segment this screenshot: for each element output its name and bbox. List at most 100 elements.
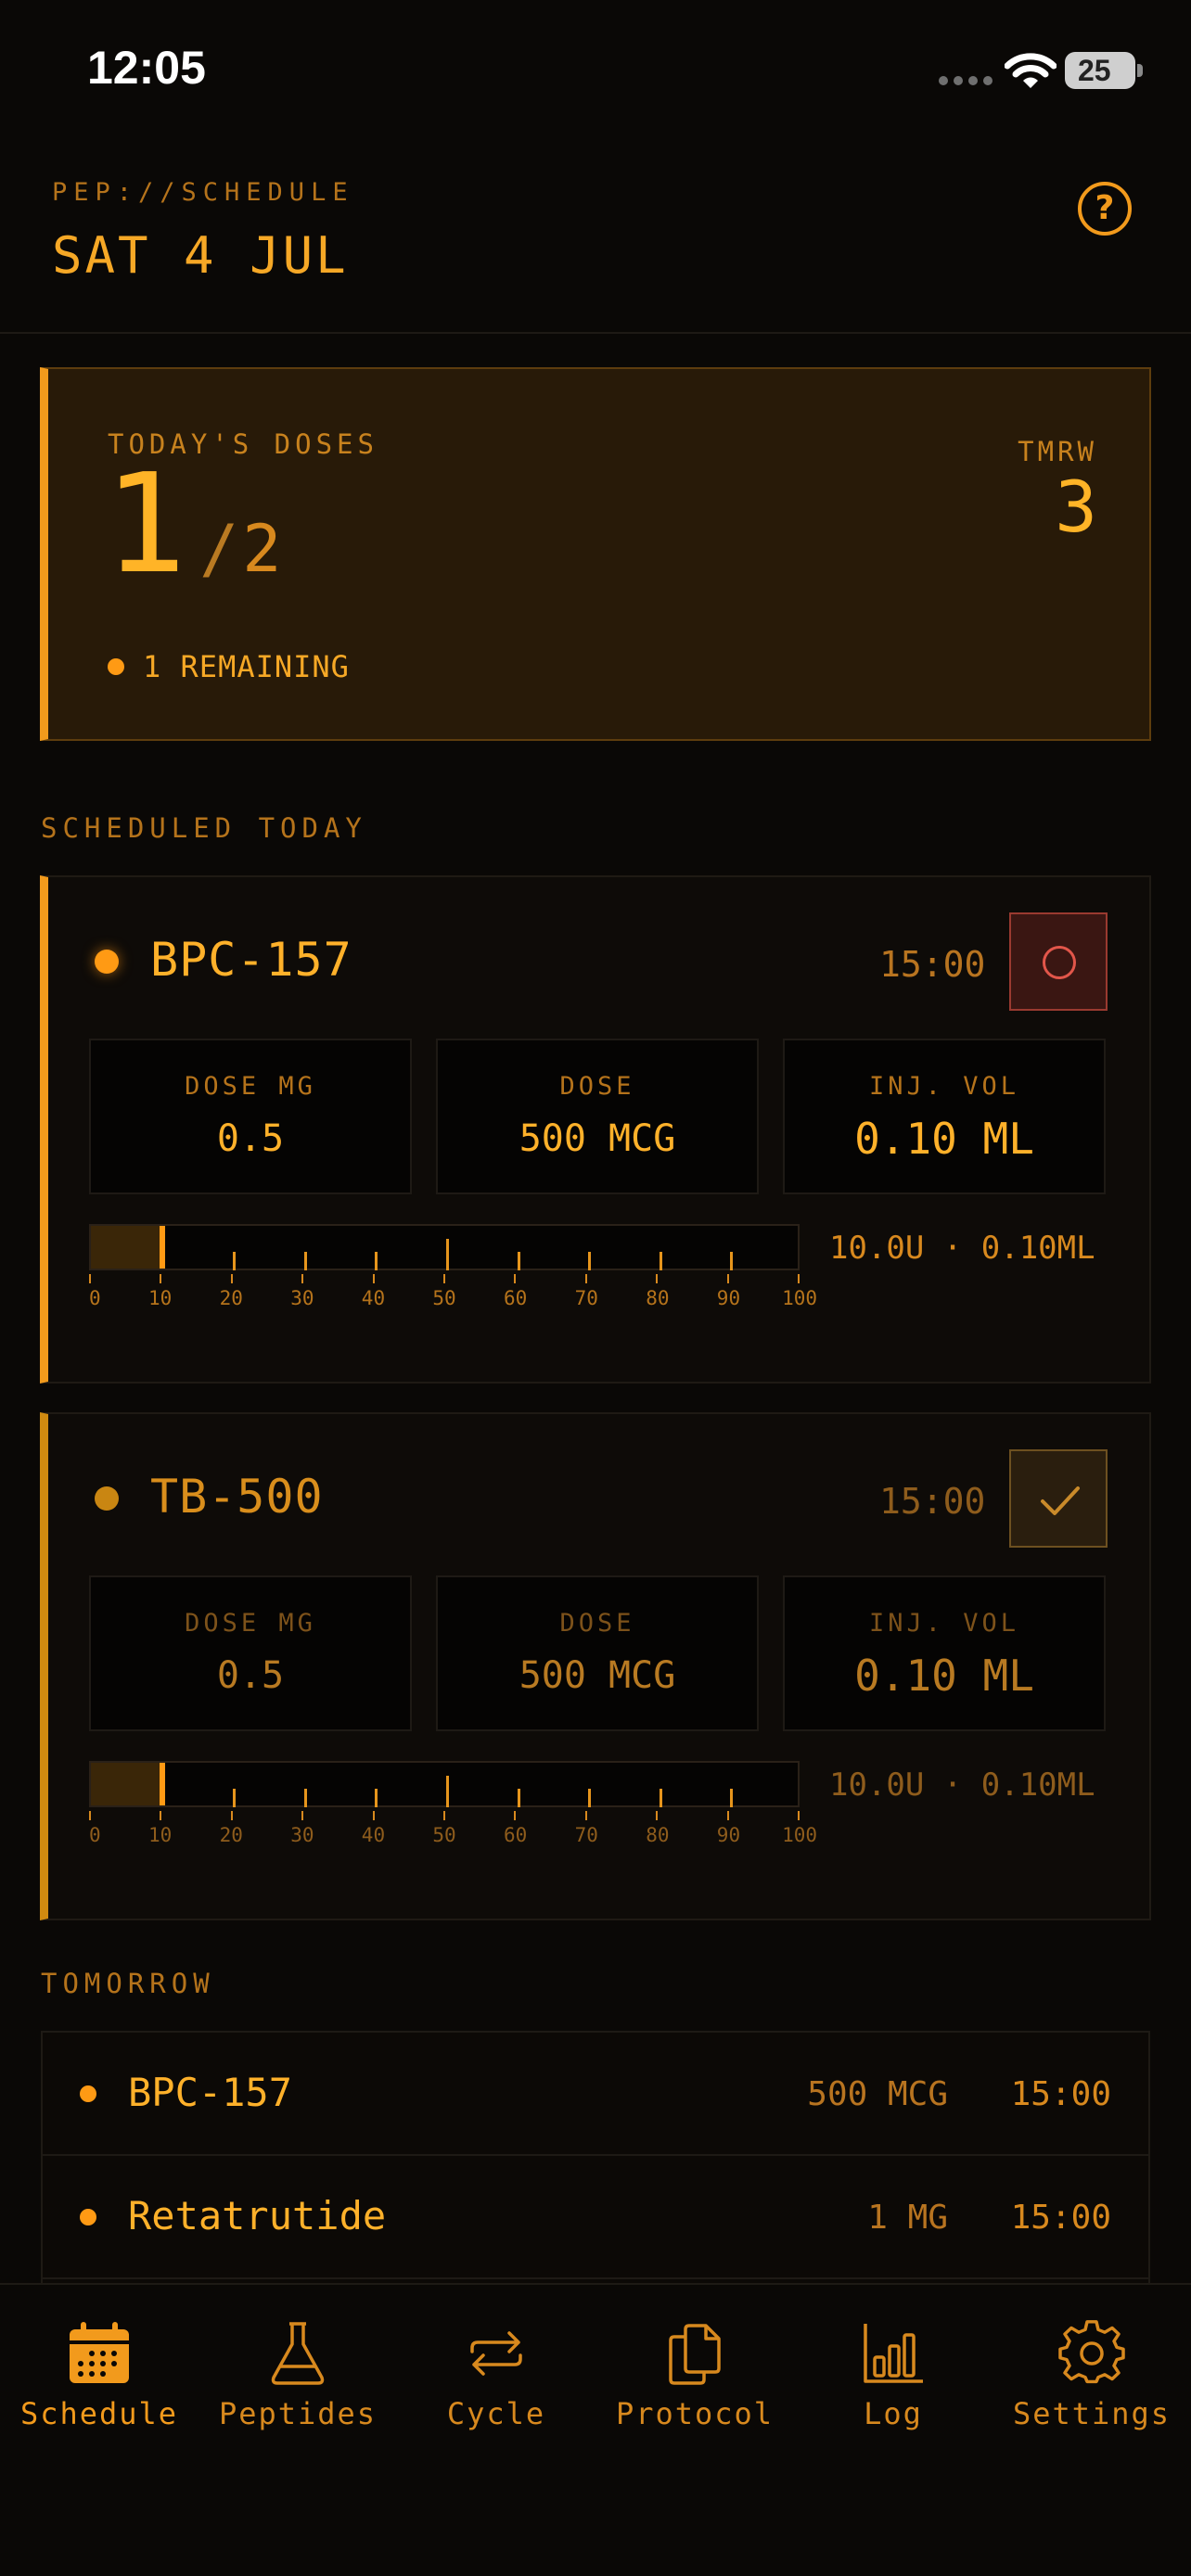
- scale-label: 70: [574, 1287, 598, 1309]
- scale-label: 20: [219, 1824, 243, 1846]
- list-item[interactable]: Retatrutide 1 MG 15:00: [43, 2156, 1148, 2279]
- scale-tick: [798, 1274, 800, 1283]
- scale-label: 100: [782, 1287, 818, 1309]
- dose-time: 15:00: [879, 1481, 986, 1522]
- status-dot-icon: [95, 950, 119, 974]
- syringe-tick: [730, 1252, 734, 1270]
- status-dot-icon: [80, 2085, 96, 2102]
- scale-tick: [584, 1274, 587, 1283]
- checkmark-icon: [1041, 1486, 1080, 1515]
- repeat-icon: [470, 2331, 522, 2376]
- scale-label: 90: [716, 1287, 741, 1309]
- syringe-readout: 10.0U · 0.10ML: [829, 1766, 1095, 1804]
- dose-card[interactable]: BPC-157 15:00 DOSE MG 0.5 DOSE 500 MCG I…: [40, 875, 1151, 1384]
- tab-cycle[interactable]: Cycle: [397, 2285, 596, 2452]
- taken-toggle-button[interactable]: [1009, 1449, 1108, 1548]
- tab-label: Settings: [1012, 2396, 1172, 2431]
- scale-label: 50: [432, 1287, 456, 1309]
- scale-label: 60: [504, 1824, 528, 1846]
- scale-tick: [726, 1811, 729, 1820]
- syringe-scale-labels: 0 10 20 30 40 50 60 70 80 90 100: [89, 1824, 817, 1852]
- syringe-gauge: [89, 1224, 800, 1270]
- list-item[interactable]: BPC-157 500 MCG 15:00: [43, 2033, 1148, 2156]
- stat-label: DOSE: [559, 1072, 635, 1101]
- scale-tick: [301, 1811, 304, 1820]
- gear-icon: [1058, 2320, 1125, 2384]
- stat-dose: DOSE 500 MCG: [436, 1575, 759, 1731]
- stat-label: INJ. VOL: [868, 1609, 1020, 1638]
- stat-inj-vol: INJ. VOL 0.10 ML: [783, 1039, 1106, 1194]
- scale-label: 100: [782, 1824, 818, 1846]
- stat-value: 500 MCG: [519, 1117, 676, 1160]
- dose-time: 15:00: [879, 944, 986, 985]
- scale-label: 60: [504, 1287, 528, 1309]
- stat-label: INJ. VOL: [868, 1072, 1020, 1101]
- scale-tick: [798, 1811, 800, 1820]
- doses-total: 2: [242, 511, 282, 587]
- peptide-name: Retatrutide: [128, 2193, 387, 2238]
- tab-schedule[interactable]: Schedule: [0, 2285, 198, 2452]
- scale-tick: [584, 1811, 587, 1820]
- clock: 12:05: [87, 42, 206, 94]
- bar-chart-icon: [864, 2324, 923, 2383]
- scale-tick: [514, 1811, 517, 1820]
- stat-dose: DOSE 500 MCG: [436, 1039, 759, 1194]
- syringe-tick: [375, 1252, 378, 1270]
- syringe-tick: [659, 1252, 662, 1270]
- dose-progress: 1 / 2: [104, 454, 281, 593]
- page-header: PEP://SCHEDULE SAT 4 JUL ?: [0, 139, 1191, 334]
- doses-done: 1: [104, 444, 187, 604]
- tab-peptides[interactable]: Peptides: [198, 2285, 397, 2452]
- page-title: SAT 4 JUL: [52, 226, 349, 285]
- app-breadcrumb: PEP://SCHEDULE: [52, 178, 354, 207]
- tab-label: Cycle: [446, 2396, 546, 2431]
- scale-tick: [160, 1274, 162, 1283]
- syringe-fill: [91, 1226, 162, 1269]
- scale-tick: [89, 1274, 91, 1283]
- section-scheduled-today: SCHEDULED TODAY: [41, 812, 367, 844]
- status-dot-icon: [108, 658, 124, 675]
- tab-settings[interactable]: Settings: [992, 2285, 1191, 2452]
- dose-amount: 1 MG: [867, 2199, 948, 2237]
- scale-label: 70: [574, 1824, 598, 1846]
- mark-taken-button[interactable]: [1009, 912, 1108, 1011]
- tab-label: Log: [864, 2396, 923, 2431]
- tomorrow-label: TMRW: [1018, 436, 1097, 467]
- dose-card[interactable]: TB-500 15:00 DOSE MG 0.5 DOSE 500 MCG IN…: [40, 1412, 1151, 1920]
- syringe-tick: [303, 1252, 307, 1270]
- syringe-readout: 10.0U · 0.10ML: [829, 1230, 1095, 1267]
- syringe-scale-ticks: [89, 1274, 800, 1283]
- peptide-name: BPC-157: [150, 933, 352, 987]
- scale-label: 20: [219, 1287, 243, 1309]
- syringe-tick: [233, 1252, 237, 1270]
- syringe-tick: [446, 1776, 449, 1807]
- syringe-tick: [517, 1789, 520, 1807]
- tab-protocol[interactable]: Protocol: [596, 2285, 794, 2452]
- stat-value: 0.5: [216, 1654, 285, 1697]
- dose-amount: 500 MCG: [807, 2075, 948, 2113]
- tomorrow-count: 3: [1055, 465, 1097, 548]
- scale-label: 30: [290, 1824, 314, 1846]
- status-dot-icon: [80, 2209, 96, 2225]
- scale-tick: [443, 1274, 445, 1283]
- tomorrow-list: BPC-157 500 MCG 15:00 Retatrutide 1 MG 1…: [41, 2031, 1150, 2300]
- tab-bar: Schedule Peptides Cycle Protocol Log Set…: [0, 2283, 1191, 2576]
- syringe-scale-labels: 0 10 20 30 40 50 60 70 80 90 100: [89, 1287, 817, 1315]
- scale-tick: [89, 1811, 91, 1820]
- scale-label: 50: [432, 1824, 456, 1846]
- help-button[interactable]: ?: [1078, 182, 1132, 236]
- stat-inj-vol: INJ. VOL 0.10 ML: [783, 1575, 1106, 1731]
- scale-tick: [656, 1274, 659, 1283]
- stat-value: 0.5: [216, 1117, 285, 1160]
- flask-icon: [271, 2322, 325, 2385]
- scale-tick: [656, 1811, 659, 1820]
- syringe-tick: [303, 1789, 307, 1807]
- syringe-gauge: [89, 1761, 800, 1807]
- stat-label: DOSE MG: [185, 1072, 316, 1101]
- calendar-icon: [70, 2322, 129, 2383]
- syringe-tick: [588, 1789, 592, 1807]
- stat-label: DOSE MG: [185, 1609, 316, 1638]
- tab-log[interactable]: Log: [794, 2285, 992, 2452]
- stat-value: 500 MCG: [519, 1654, 676, 1697]
- scale-label: 40: [361, 1287, 386, 1309]
